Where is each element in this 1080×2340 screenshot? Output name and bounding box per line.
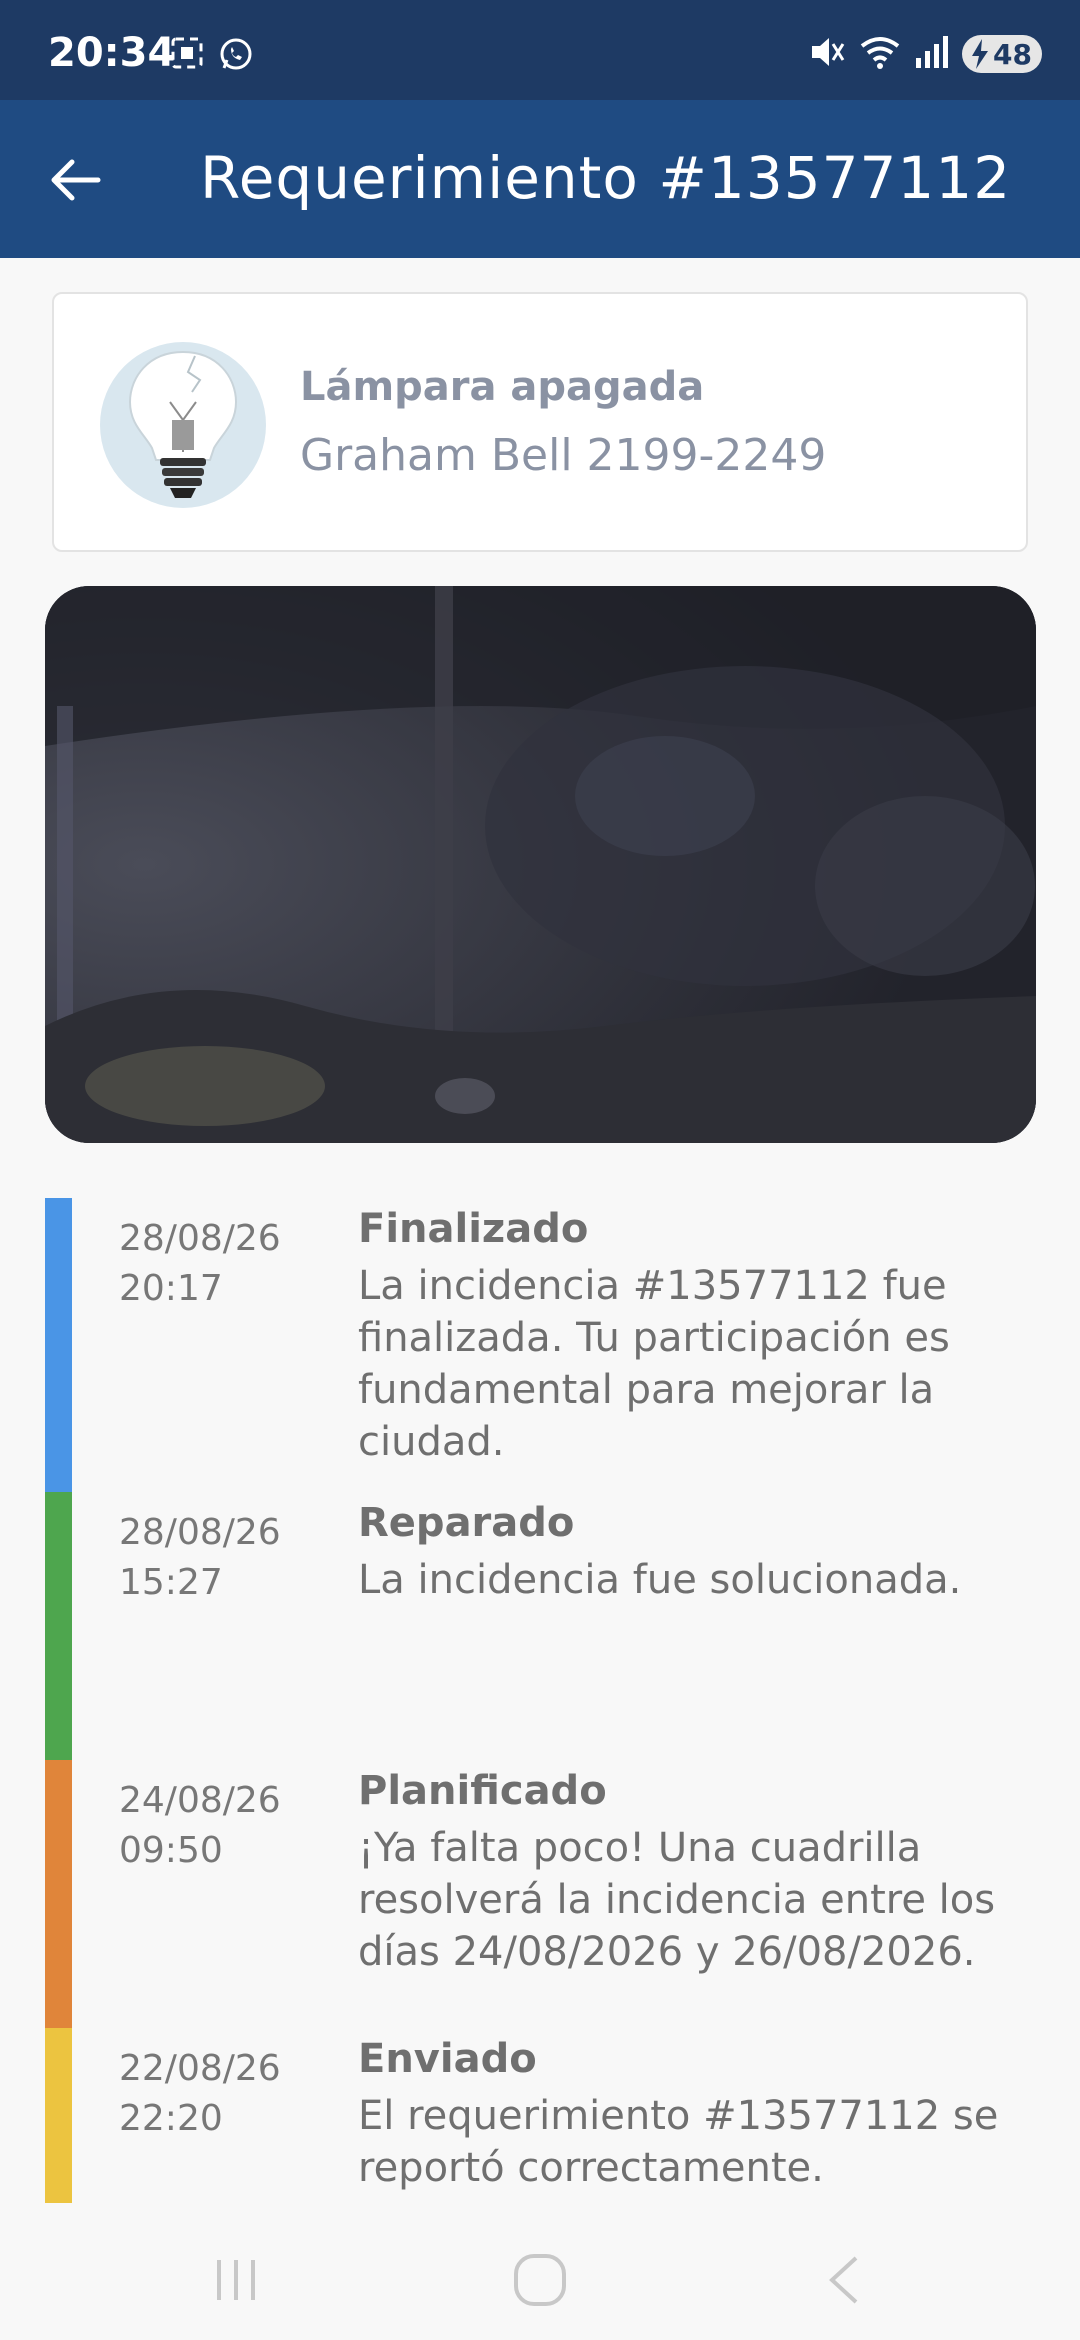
timeline-date: 28/08/26 [119,1512,281,1553]
timeline-time: 15:27 [119,1562,223,1603]
timeline-date: 24/08/26 [119,1780,281,1821]
status-left-icons [170,36,254,76]
home-icon [514,2254,566,2306]
broken-bulb-icon [100,342,266,508]
back-button[interactable] [40,144,112,216]
timeline-status: Reparado [358,1500,575,1546]
timeline-bar [45,2028,72,2203]
incident-address: Graham Bell 2199-2249 [300,430,827,481]
timeline-status: Finalizado [358,1206,589,1252]
mute-icon [808,34,846,74]
timeline-datetime: 24/08/26 09:50 [119,1776,319,1876]
battery-level: 48 [993,37,1032,71]
timeline-bar [45,1492,72,1760]
timeline-bar [45,1198,72,1492]
timeline-item-reparado: 28/08/26 15:27 Reparado La incidencia fu… [0,1492,1080,1760]
timeline-description: El requerimiento #13577112 se reportó co… [358,2093,999,2191]
timeline-status: Planificado [358,1768,607,1814]
incident-photo[interactable] [45,586,1036,1143]
timeline-item-planificado: 24/08/26 09:50 Planificado ¡Ya falta poc… [0,1760,1080,2028]
back-icon [829,2256,858,2304]
wifi-icon [858,34,902,74]
screenshot-icon [170,36,204,76]
status-time: 20:34 [48,30,176,76]
timeline-bar [45,1760,72,2028]
timeline-status: Enviado [358,2036,537,2082]
timeline-datetime: 22/08/26 22:20 [119,2044,319,2144]
request-summary-card[interactable]: Lámpara apagada Graham Bell 2199-2249 [52,292,1028,552]
timeline-time: 22:20 [119,2098,223,2139]
recents-button[interactable] [196,2248,276,2312]
timeline-date: 22/08/26 [119,2048,281,2089]
incident-type: Lámpara apagada [300,364,705,410]
timeline-time: 09:50 [119,1830,223,1871]
timeline-description: La incidencia #13577112 fue finalizada. … [358,1263,950,1465]
timeline-datetime: 28/08/26 15:27 [119,1508,319,1608]
battery-icon: 48 [962,35,1042,73]
timeline-description: ¡Ya falta poco! Una cuadrilla resolverá … [358,1825,996,1975]
timeline-time: 20:17 [119,1268,223,1309]
app-bar: Requerimiento #13577112 [0,100,1080,258]
home-button[interactable] [500,2248,580,2312]
timeline-item-enviado: 22/08/26 22:20 Enviado El requerimiento … [0,2028,1080,2203]
system-nav-bar [0,2220,1080,2340]
arrow-left-icon [51,159,101,201]
timeline-datetime: 28/08/26 20:17 [119,1214,319,1314]
whatsapp-icon [218,36,254,76]
page-title: Requerimiento #13577112 [200,144,1012,212]
timeline-description: La incidencia fue solucionada. [358,1557,962,1603]
recents-icon [217,2260,255,2300]
nav-back-button[interactable] [804,2248,884,2312]
timeline-item-finalizado: 28/08/26 20:17 Finalizado La incidencia … [0,1198,1080,1492]
charging-icon [970,39,990,76]
status-right-icons: 48 [808,34,1042,74]
signal-icon [914,34,950,74]
status-bar: 20:34 48 [0,0,1080,100]
timeline-date: 28/08/26 [119,1218,281,1259]
